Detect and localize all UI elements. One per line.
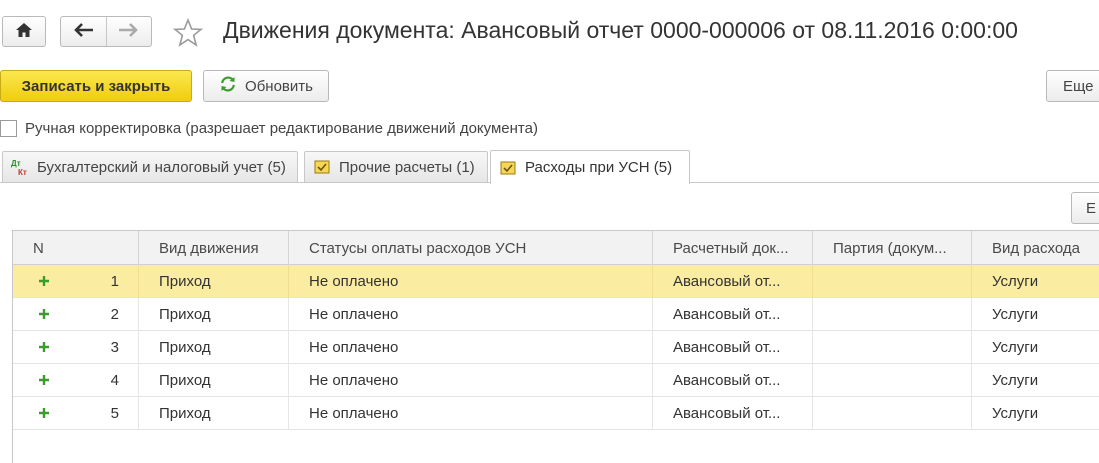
table-row[interactable]: 1 Приход Не оплачено Авансовый от... Усл…	[13, 265, 1099, 298]
register-icon	[313, 158, 331, 176]
column-header-n[interactable]: N	[13, 231, 139, 265]
row-number: 5	[110, 405, 119, 422]
batch-cell	[813, 265, 972, 298]
movements-table: N Вид движения Статусы оплаты расходов У…	[12, 230, 1099, 463]
status-cell: Не оплачено	[289, 397, 653, 430]
table-row[interactable]: 4 Приход Не оплачено Авансовый от... Усл…	[13, 364, 1099, 397]
column-header-status[interactable]: Статусы оплаты расходов УСН	[289, 231, 653, 265]
table-header: N Вид движения Статусы оплаты расходов У…	[13, 231, 1099, 265]
arrow-left-icon	[73, 22, 94, 41]
plus-icon	[38, 274, 50, 288]
tab-accounting[interactable]: Дт Кт Бухгалтерский и налоговый учет (5)	[2, 151, 298, 182]
row-n-cell: 5	[13, 397, 139, 430]
document-cell: Авансовый от...	[653, 397, 813, 430]
status-cell: Не оплачено	[289, 265, 653, 298]
expense-type-cell: Услуги	[992, 372, 1039, 389]
plus-icon	[38, 340, 50, 354]
column-header-movement[interactable]: Вид движения	[139, 231, 289, 265]
row-number: 2	[110, 306, 119, 323]
row-number: 4	[110, 372, 119, 389]
favorite-button[interactable]	[172, 17, 204, 48]
row-n-cell: 4	[13, 364, 139, 397]
row-n-cell: 1	[13, 265, 139, 298]
star-icon	[172, 17, 204, 52]
dt-kt-icon: Дт Кт	[11, 158, 29, 176]
expense-type-cell: Услуги	[992, 339, 1039, 356]
page-title: Движения документа: Авансовый отчет 0000…	[223, 17, 1018, 43]
batch-cell	[813, 298, 972, 331]
column-header-batch[interactable]: Партия (докум...	[813, 231, 972, 265]
batch-cell	[813, 364, 972, 397]
home-icon	[15, 22, 33, 42]
table-row[interactable]: 2 Приход Не оплачено Авансовый от... Усл…	[13, 298, 1099, 331]
row-n-cell: 3	[13, 331, 139, 364]
tab-label: Бухгалтерский и налоговый учет (5)	[37, 158, 286, 176]
grid-more-button[interactable]: Е	[1071, 192, 1099, 224]
register-icon	[499, 159, 517, 177]
movement-cell: Приход	[139, 397, 289, 430]
plus-icon	[38, 406, 50, 420]
plus-icon	[38, 373, 50, 387]
expense-type-cell: Услуги	[992, 306, 1039, 323]
row-number: 1	[110, 273, 119, 290]
document-cell: Авансовый от...	[653, 265, 813, 298]
arrow-right-icon	[118, 22, 138, 41]
document-cell: Авансовый от...	[653, 331, 813, 364]
status-cell: Не оплачено	[289, 331, 653, 364]
manual-edit-label: Ручная корректировка (разрешает редактир…	[25, 119, 538, 137]
movement-cell: Приход	[139, 364, 289, 397]
register-tabs: Дт Кт Бухгалтерский и налоговый учет (5)…	[0, 150, 1099, 184]
movement-cell: Приход	[139, 298, 289, 331]
svg-text:Дт: Дт	[11, 159, 21, 168]
more-button[interactable]: Еще	[1046, 70, 1099, 102]
plus-icon	[38, 307, 50, 321]
forward-button[interactable]	[105, 17, 151, 46]
movement-cell: Приход	[139, 331, 289, 364]
document-cell: Авансовый от...	[653, 298, 813, 331]
tab-usn-expenses[interactable]: Расходы при УСН (5)	[490, 150, 690, 184]
tab-other-settlements[interactable]: Прочие расчеты (1)	[304, 151, 488, 182]
movement-cell: Приход	[139, 265, 289, 298]
row-number: 3	[110, 339, 119, 356]
column-header-expense-type[interactable]: Вид расхода	[972, 231, 1099, 265]
refresh-button[interactable]: Обновить	[203, 70, 329, 102]
manual-edit-checkbox[interactable]	[0, 119, 17, 137]
expense-type-cell: Услуги	[992, 273, 1039, 290]
refresh-label: Обновить	[245, 77, 313, 95]
table-row[interactable]: 5 Приход Не оплачено Авансовый от... Усл…	[13, 397, 1099, 430]
column-header-document[interactable]: Расчетный док...	[653, 231, 813, 265]
manual-edit-row: Ручная корректировка (разрешает редактир…	[0, 118, 538, 138]
table-row[interactable]: 3 Приход Не оплачено Авансовый от... Усл…	[13, 331, 1099, 364]
tab-label: Расходы при УСН (5)	[525, 159, 673, 176]
home-button[interactable]	[2, 16, 46, 47]
row-n-cell: 2	[13, 298, 139, 331]
status-cell: Не оплачено	[289, 298, 653, 331]
expense-type-cell: Услуги	[992, 405, 1039, 422]
batch-cell	[813, 331, 972, 364]
svg-text:Кт: Кт	[18, 168, 27, 176]
refresh-icon	[219, 75, 237, 97]
batch-cell	[813, 397, 972, 430]
save-and-close-button[interactable]: Записать и закрыть	[0, 70, 192, 102]
document-cell: Авансовый от...	[653, 364, 813, 397]
back-button[interactable]	[61, 17, 107, 46]
status-cell: Не оплачено	[289, 364, 653, 397]
history-nav	[60, 16, 152, 47]
tab-label: Прочие расчеты (1)	[339, 158, 475, 176]
